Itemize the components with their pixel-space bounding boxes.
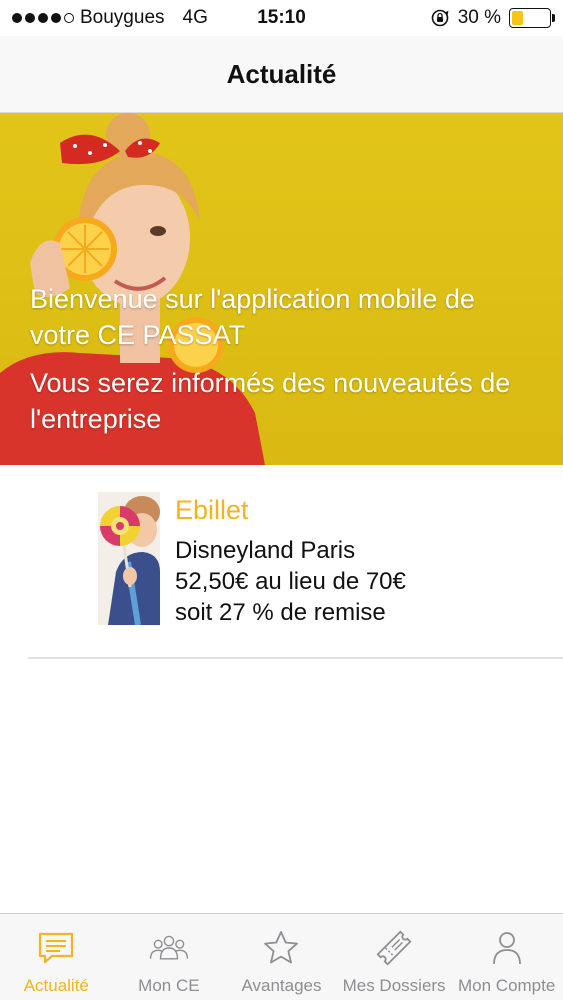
user-icon (492, 932, 521, 965)
list-divider (28, 657, 563, 659)
promo-price: 52,50€ au lieu de 70€ (175, 568, 406, 595)
promo-title: Disneyland Paris (175, 537, 356, 564)
tab-label: Mon Compte (458, 976, 556, 995)
promo-discount: soit 27 % de remise (175, 599, 386, 626)
page-title: Actualité (226, 58, 337, 89)
tab-label: Actualité (23, 976, 89, 995)
news-item[interactable]: Ebillet Disneyland Paris 52,50€ au lieu … (0, 465, 563, 659)
tab-bar: Actualité Mon CE Avantages Mes Dossiers … (0, 913, 563, 1000)
tab-mon-compte[interactable]: Mon Compte (450, 914, 563, 1000)
battery-icon (509, 8, 555, 28)
battery-percent: 30 % (457, 7, 501, 28)
ticket-icon (376, 930, 412, 966)
promo-thumbnail (98, 492, 160, 625)
star-icon (264, 931, 299, 964)
hero-subtitle: Vous serez informés des nouveautés de l'… (30, 368, 511, 434)
navigation-bar: Actualité (0, 36, 563, 113)
carrier-name: Bouygues (80, 7, 165, 28)
group-icon (149, 935, 189, 960)
tab-actualite[interactable]: Actualité (0, 914, 113, 1000)
tab-mes-dossiers[interactable]: Mes Dossiers (338, 914, 451, 1000)
tab-avantages[interactable]: Avantages (225, 914, 338, 1000)
signal-dots-icon (12, 13, 74, 23)
news-icon (39, 932, 74, 964)
tab-label: Mon CE (138, 976, 200, 995)
tab-label: Mes Dossiers (342, 976, 446, 995)
status-bar: Bouygues 4G 15:10 30 % (0, 0, 563, 36)
rotation-lock-icon (431, 9, 449, 27)
tab-label: Avantages (241, 976, 322, 995)
battery-level (512, 11, 523, 25)
hero-title: Bienvenue sur l'application mobile de vo… (30, 284, 475, 350)
promo-category: Ebillet (175, 495, 249, 525)
tab-mon-ce[interactable]: Mon CE (113, 914, 226, 1000)
hero-banner[interactable]: Bienvenue sur l'application mobile de vo… (0, 113, 563, 465)
network-type: 4G (182, 7, 208, 28)
status-time: 15:10 (257, 7, 306, 28)
